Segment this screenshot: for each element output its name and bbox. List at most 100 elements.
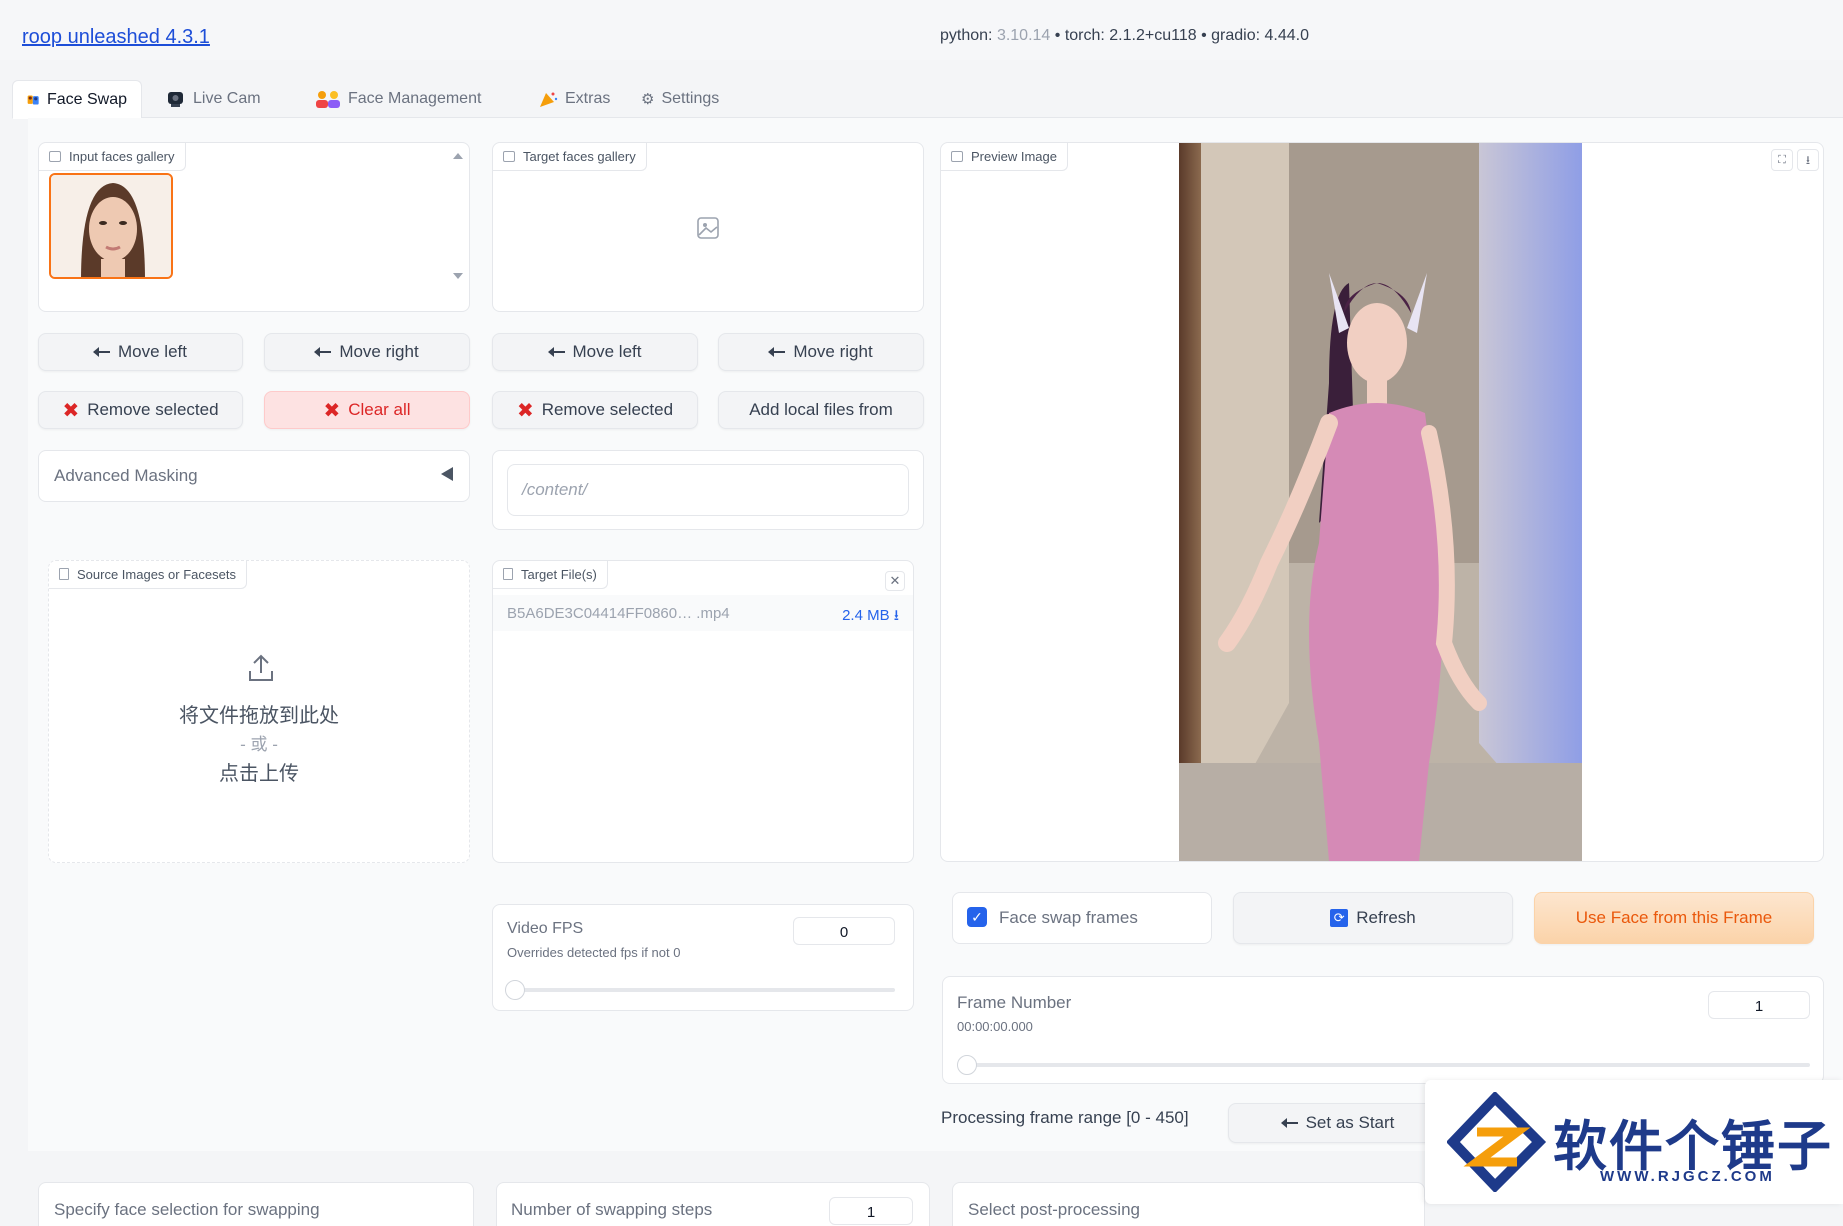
- face-selection-dropdown[interactable]: Specify face selection for swapping: [38, 1182, 474, 1226]
- target-move-left-button[interactable]: Move left: [492, 333, 698, 371]
- advanced-masking-accordion[interactable]: Advanced Masking: [38, 450, 470, 502]
- local-path-input[interactable]: /content/: [507, 464, 909, 516]
- cross-mark-icon: ✖: [62, 399, 80, 422]
- refresh-icon: ⟳: [1330, 909, 1349, 927]
- frame-number-slider-panel: Frame Number 00:00:00.000 1: [942, 976, 1824, 1084]
- tab-bar: Face Swap Live Cam Face Management Extra…: [12, 80, 1843, 119]
- upload-label: Source Images or Facesets: [49, 561, 247, 589]
- face-swap-icon: [27, 95, 39, 105]
- frame-number-track[interactable]: [967, 1063, 1810, 1067]
- post-processing-dropdown[interactable]: Select post-processing: [952, 1182, 1425, 1226]
- app-header: roop unleashed 4.3.1 python: 3.10.14 • t…: [0, 0, 1843, 60]
- swap-steps-label: Number of swapping steps: [511, 1200, 713, 1219]
- click-upload-text: 点击上传: [219, 763, 299, 785]
- tab-label: Extras: [565, 90, 611, 107]
- image-icon: [951, 151, 963, 162]
- empty-image-icon: [697, 217, 719, 239]
- tab-face-swap[interactable]: Face Swap: [12, 80, 142, 119]
- or-text: - 或 -: [240, 735, 278, 754]
- video-fps-label: Video FPS: [507, 920, 584, 937]
- versions-rest: • torch: 2.1.2+cu118 • gradio: 4.44.0: [1050, 27, 1309, 44]
- gallery-label: Target faces gallery: [493, 143, 647, 171]
- tab-settings[interactable]: ⚙ Settings: [627, 80, 733, 119]
- fullscreen-icon[interactable]: ⛶: [1771, 149, 1793, 171]
- collapse-caret-icon: [441, 467, 453, 481]
- preview-label: Preview Image: [941, 143, 1068, 171]
- watermark-overlay: 软件个锤子 WWW.RJGCZ.COM: [1425, 1080, 1843, 1204]
- arrow-left-icon: [547, 347, 565, 357]
- input-faces-gallery: Input faces gallery: [38, 142, 470, 312]
- face-image: [51, 175, 171, 277]
- add-local-files-button[interactable]: Add local files from: [718, 391, 924, 429]
- face-swap-frames-checkbox[interactable]: ✓: [967, 907, 987, 927]
- frame-number-label: Frame Number: [957, 993, 1072, 1012]
- cross-mark-icon: ✖: [516, 399, 534, 422]
- versions-prefix: python:: [940, 27, 997, 44]
- processing-range-text: Processing frame range [0 - 450]: [941, 1108, 1189, 1127]
- camera-icon: [168, 92, 183, 107]
- close-icon[interactable]: ✕: [885, 571, 905, 591]
- tab-label: Face Management: [348, 90, 482, 107]
- watermark-logo: [1447, 1092, 1547, 1192]
- frame-time: 00:00:00.000: [957, 1019, 1033, 1034]
- gear-icon: ⚙: [641, 91, 655, 108]
- frame-number-knob[interactable]: [957, 1055, 977, 1075]
- preview-photo: [1179, 143, 1582, 861]
- clear-all-button[interactable]: ✖ Clear all: [264, 391, 470, 429]
- swap-steps-panel: Number of swapping steps 1: [496, 1182, 930, 1226]
- tab-extras[interactable]: Extras: [524, 80, 624, 119]
- file-row[interactable]: B5A6DE3C04414FF0860… .mp4 2.4 MB ⭳: [493, 595, 913, 631]
- watermark-url: WWW.RJGCZ.COM: [1600, 1168, 1775, 1185]
- target-files: Target File(s) ✕ B5A6DE3C04414FF0860… .m…: [492, 560, 914, 863]
- clear-icon: ✖: [323, 399, 341, 422]
- video-fps-info: Overrides detected fps if not 0: [507, 945, 681, 960]
- arrow-right-icon: [314, 347, 332, 357]
- tab-face-management[interactable]: Face Management: [301, 80, 495, 119]
- file-name: B5A6DE3C04414FF0860… .mp4: [507, 605, 730, 622]
- local-path-container: /content/: [492, 450, 924, 530]
- accordion-label: Advanced Masking: [54, 466, 198, 485]
- party-icon: [540, 92, 558, 107]
- swap-steps-input[interactable]: 1: [829, 1197, 913, 1225]
- video-fps-track[interactable]: [515, 988, 895, 992]
- arrow-left-icon: [1280, 1118, 1298, 1128]
- video-fps-slider-panel: Video FPS Overrides detected fps if not …: [492, 904, 914, 1011]
- arrow-left-icon: [93, 347, 110, 357]
- input-move-right-button[interactable]: Move right: [264, 333, 470, 371]
- use-face-from-frame-button[interactable]: Use Face from this Frame: [1534, 892, 1814, 944]
- upload-icon: [249, 654, 273, 681]
- file-size-download-link[interactable]: 2.4 MB ⭳: [842, 605, 899, 630]
- face-thumbnail[interactable]: [49, 173, 173, 279]
- target-remove-selected-button[interactable]: ✖ Remove selected: [492, 391, 698, 429]
- tab-label: Settings: [661, 90, 720, 107]
- image-icon: [503, 151, 515, 162]
- arrow-right-icon: [768, 347, 786, 357]
- tab-label: Live Cam: [193, 90, 261, 107]
- preview-image-panel: Preview Image ⛶ ⭳: [940, 142, 1824, 862]
- target-move-right-button[interactable]: Move right: [718, 333, 924, 371]
- file-icon: [503, 568, 513, 580]
- tab-label: Face Swap: [46, 91, 127, 108]
- frame-number-input[interactable]: 1: [1708, 991, 1810, 1019]
- source-images-upload[interactable]: Source Images or Facesets 将文件拖放到此处 - 或 -…: [48, 560, 470, 863]
- image-icon: [49, 151, 61, 162]
- download-icon[interactable]: ⭳: [1797, 149, 1819, 171]
- app-title-link[interactable]: roop unleashed 4.3.1: [22, 26, 210, 49]
- set-as-start-button[interactable]: Set as Start: [1228, 1103, 1448, 1143]
- target-faces-gallery: Target faces gallery: [492, 142, 924, 312]
- version-info: python: 3.10.14 • torch: 2.1.2+cu118 • g…: [940, 27, 1309, 45]
- face-swap-frames-checkbox-panel[interactable]: ✓ Face swap frames: [952, 892, 1212, 944]
- video-fps-knob[interactable]: [505, 980, 525, 1000]
- gallery-label: Input faces gallery: [39, 143, 186, 171]
- python-version: 3.10.14: [996, 27, 1051, 44]
- files-label: Target File(s): [493, 561, 608, 589]
- tab-live-cam[interactable]: Live Cam: [152, 80, 275, 119]
- gallery-scrollbar[interactable]: [451, 149, 465, 285]
- refresh-button[interactable]: ⟳ Refresh: [1233, 892, 1513, 944]
- input-remove-selected-button[interactable]: ✖ Remove selected: [38, 391, 243, 429]
- video-fps-input[interactable]: 0: [793, 917, 895, 945]
- drop-text: 将文件拖放到此处: [179, 705, 339, 727]
- people-icon: [316, 91, 340, 108]
- face-swap-panel: Input faces gallery Target faces gallery: [28, 118, 1843, 1151]
- input-move-left-button[interactable]: Move left: [38, 333, 243, 371]
